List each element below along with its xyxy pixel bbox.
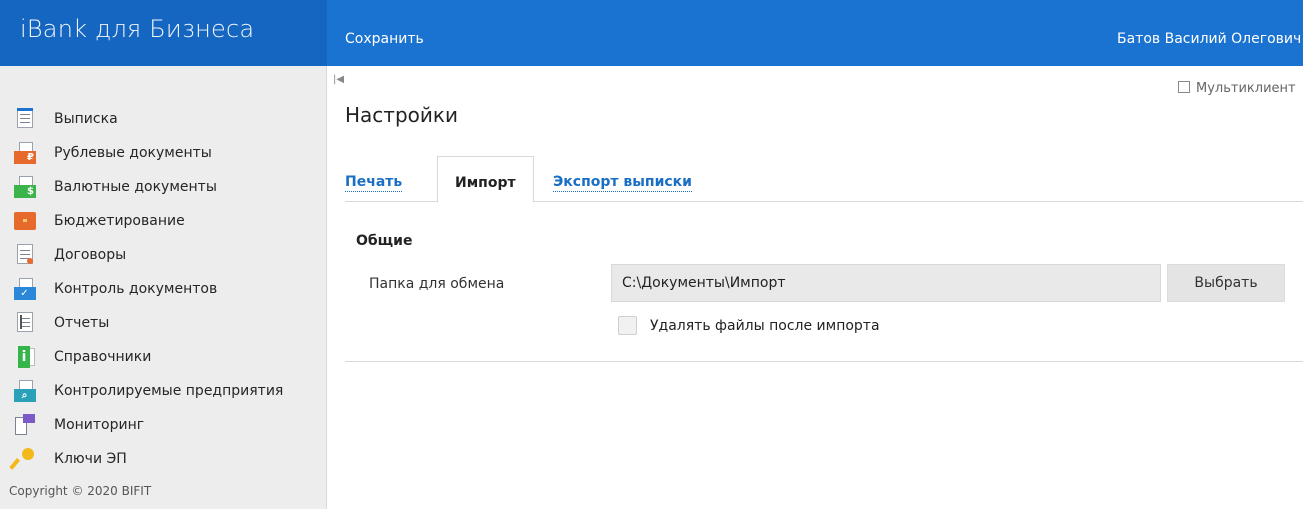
choose-folder-button[interactable]: Выбрать [1167,264,1285,302]
sidebar-item-contracts[interactable]: Договоры [0,238,327,272]
sidebar-nav: Выписка ₽ Рублевые документы $ Валютные … [0,102,327,476]
logo-area: iBank для Бизнеса [0,0,327,66]
sidebar-item-label: Мониторинг [54,417,145,433]
multiclient-label: Мультиклиент [1196,81,1296,96]
copyright: Copyright © 2020 BIFIT [9,484,152,498]
tab-label: Печать [345,174,403,192]
sidebar-item-directories[interactable]: i Справочники [0,340,327,374]
key-icon [9,448,36,470]
sidebar-item-currency-documents[interactable]: $ Валютные документы [0,170,327,204]
page-title: Настройки [345,103,458,127]
sidebar-item-statement[interactable]: Выписка [0,102,327,136]
tab-print[interactable]: Печать [345,156,403,202]
statement-icon [14,108,36,130]
tab-import[interactable]: Импорт [437,156,534,203]
sidebar-item-ruble-documents[interactable]: ₽ Рублевые документы [0,136,327,170]
section-divider [345,361,1303,362]
settings-tabs: Печать Импорт Экспорт выписки [345,156,1303,203]
multiclient-link[interactable]: Мультиклиент [1178,80,1296,96]
app-logo[interactable]: iBank для Бизнеса [20,15,254,43]
sidebar-item-label: Валютные документы [54,179,217,195]
exchange-folder-label: Папка для обмена [369,276,505,292]
sidebar-item-label: Контролируемые предприятия [54,383,284,399]
tab-label: Экспорт выписки [553,174,692,192]
collapse-sidebar-icon[interactable]: |◀ [333,74,344,85]
document-control-icon: ✓ [14,278,36,300]
reports-icon [14,312,36,334]
sidebar: Выписка ₽ Рублевые документы $ Валютные … [0,66,327,509]
sidebar-item-document-control[interactable]: ✓ Контроль документов [0,272,327,306]
save-button[interactable]: Сохранить [345,31,424,47]
sidebar-item-keys[interactable]: Ключи ЭП [0,442,327,476]
sidebar-item-label: Ключи ЭП [54,451,127,467]
sidebar-item-monitoring[interactable]: Мониторинг [0,408,327,442]
monitoring-icon [14,414,36,436]
sidebar-item-label: Рублевые документы [54,145,212,161]
multiclient-icon [1178,81,1190,93]
sidebar-item-label: Договоры [54,247,127,263]
sidebar-item-label: Контроль документов [54,281,218,297]
user-menu[interactable]: Батов Василий Олегович▼ [1117,31,1303,47]
contracts-icon [14,244,36,266]
exchange-folder-field[interactable]: C:\Документы\Импорт [611,264,1161,302]
sidebar-item-label: Отчеты [54,315,110,331]
tab-label: Импорт [455,175,516,191]
tab-statement-export[interactable]: Экспорт выписки [553,156,692,202]
controlled-enterprises-icon: ⌕ [14,380,36,402]
user-name: Батов Василий Олегович [1116,31,1302,47]
budgeting-icon [14,210,36,232]
ruble-documents-icon: ₽ [14,142,36,164]
delete-files-label[interactable]: Удалять файлы после импорта [650,318,880,334]
sidebar-item-controlled-enterprises[interactable]: ⌕ Контролируемые предприятия [0,374,327,408]
sidebar-item-label: Бюджетирование [54,213,185,229]
sidebar-item-reports[interactable]: Отчеты [0,306,327,340]
currency-documents-icon: $ [14,176,36,198]
sidebar-item-label: Выписка [54,111,118,127]
sidebar-item-label: Справочники [54,349,152,365]
sidebar-item-budgeting[interactable]: Бюджетирование [0,204,327,238]
directories-icon: i [14,346,36,368]
section-title: Общие [356,233,413,249]
top-bar: iBank для Бизнеса Сохранить Батов Васили… [0,0,1303,66]
delete-files-checkbox[interactable] [618,316,637,335]
